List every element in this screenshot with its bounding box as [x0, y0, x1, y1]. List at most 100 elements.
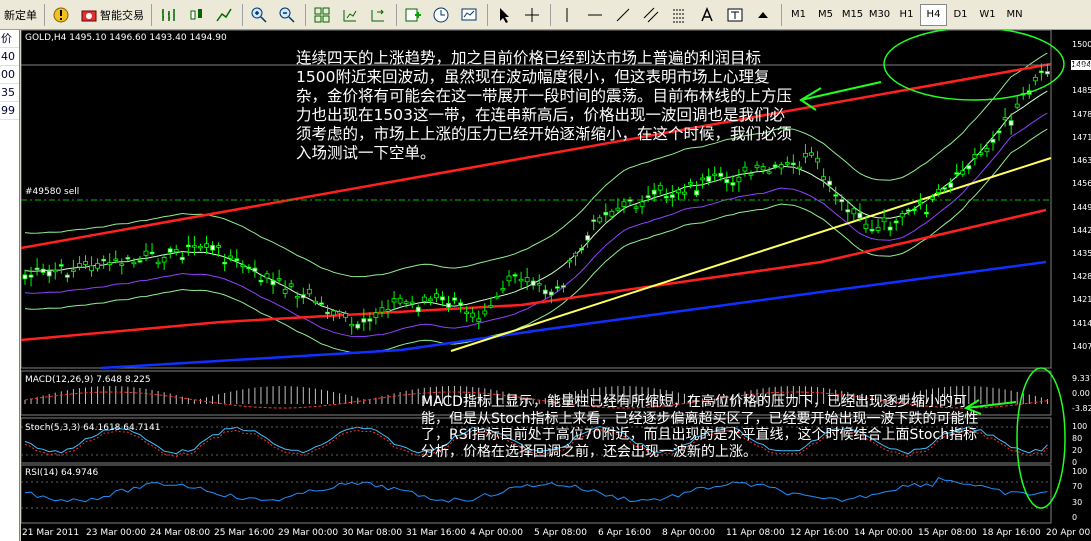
market-watch-row[interactable]: 99: [0, 102, 19, 120]
candle-body: [325, 311, 330, 315]
timeframe-m5[interactable]: M5: [812, 4, 839, 26]
toolbar-separator: [396, 3, 397, 26]
candle-body: [476, 318, 482, 322]
candle-body: [361, 318, 367, 323]
candle-body: [797, 166, 802, 170]
candle-body: [561, 285, 566, 288]
candle-body: [688, 182, 693, 185]
macd-tick-label: -3.82: [1072, 404, 1091, 413]
time-tick-label: 30 Mar 08:00: [342, 528, 403, 538]
candle-body: [185, 244, 191, 248]
market-watch-panel: 价 40 00 35 99: [0, 30, 20, 541]
candle-body: [34, 267, 40, 271]
expert-warning-button[interactable]: [49, 3, 75, 27]
sell-order-label: #49580 sell: [25, 187, 80, 197]
candle-body: [83, 261, 88, 265]
line-chart-icon: [216, 8, 232, 21]
candle-body: [754, 164, 760, 169]
rsi-pane-border: [21, 464, 1052, 524]
candle-body: [64, 274, 70, 278]
timeframe-mn[interactable]: MN: [1001, 4, 1028, 26]
candle-body: [240, 264, 246, 268]
periods-button[interactable]: [429, 3, 455, 27]
price-tick-label: 1494: [1072, 63, 1091, 73]
time-tick-label: 31 Mar 16:00: [406, 528, 467, 538]
price-tick-label: 1500: [1072, 40, 1091, 49]
candle-body: [591, 219, 597, 222]
candle-body: [609, 210, 615, 217]
timeframe-m15[interactable]: M15: [839, 4, 866, 26]
zoom-in-button[interactable]: [247, 3, 273, 27]
market-watch-row[interactable]: 35: [0, 84, 19, 102]
candle-body: [996, 130, 1002, 134]
candle-body: [930, 196, 935, 200]
candle-body: [530, 280, 536, 286]
toolbar-separator: [242, 3, 243, 26]
horizontal-line-button[interactable]: [583, 3, 609, 27]
indicators-button[interactable]: [401, 3, 427, 27]
candle-body: [748, 173, 754, 176]
arrows-button[interactable]: [751, 3, 777, 27]
text-label-button[interactable]: [723, 3, 749, 27]
candle-body: [470, 312, 476, 318]
templates-button[interactable]: [457, 3, 483, 27]
zoom-out-button[interactable]: [275, 3, 301, 27]
expert-advisors-icon: [81, 10, 97, 21]
market-watch-row[interactable]: 价: [0, 30, 19, 48]
candle-body: [137, 260, 143, 263]
candle-body: [276, 278, 282, 281]
candle-body: [827, 180, 833, 186]
macd-label: MACD(12,26,9) 7.648 8.225: [25, 375, 151, 385]
cursor-icon: [500, 7, 509, 23]
candle-body: [712, 173, 718, 177]
channel-button[interactable]: [639, 3, 665, 27]
candle-body: [766, 171, 772, 174]
market-watch-row[interactable]: 40: [0, 48, 19, 66]
price-tick-label: 1428: [1072, 272, 1091, 282]
timeframe-w1[interactable]: W1: [974, 4, 1001, 26]
crosshair-button[interactable]: [520, 3, 546, 27]
timeframe-m30[interactable]: M30: [866, 4, 893, 26]
new-order-button[interactable]: 新定单: [1, 3, 40, 27]
timeframe-d1[interactable]: D1: [947, 4, 974, 26]
timeframe-m1[interactable]: M1: [785, 4, 812, 26]
autoscroll-button[interactable]: [338, 3, 364, 27]
text-icon: [701, 6, 713, 21]
price-tick-label: 1407: [1072, 341, 1091, 351]
vertical-line-button[interactable]: [555, 3, 581, 27]
candle-body: [936, 188, 941, 193]
timeframe-h4[interactable]: H4: [920, 3, 947, 26]
candle-body: [615, 207, 621, 211]
candle-body: [464, 311, 470, 314]
templates-icon: [461, 8, 477, 20]
candle-body: [548, 291, 554, 296]
autoscroll-icon: [343, 9, 357, 21]
candle-body: [954, 172, 960, 175]
line-chart-button[interactable]: [212, 3, 238, 27]
tile-windows-button[interactable]: [310, 3, 336, 27]
bar-chart-button[interactable]: [156, 3, 182, 27]
candle-body: [89, 265, 94, 272]
expert-advisors-button[interactable]: 智能交易: [77, 3, 147, 27]
candle-body: [319, 302, 324, 305]
fibonacci-button[interactable]: [667, 3, 693, 27]
candle-body: [833, 194, 839, 197]
chart-shift-button[interactable]: [366, 3, 392, 27]
candle-body: [446, 303, 451, 308]
candle-body: [506, 275, 512, 282]
candle-body: [984, 148, 990, 153]
candle-body: [452, 297, 457, 301]
candle-body: [1002, 117, 1008, 121]
market-watch-row[interactable]: 00: [0, 66, 19, 84]
timeframe-h1[interactable]: H1: [893, 4, 920, 26]
time-tick-label: 5 Apr 08:00: [534, 528, 587, 538]
trendline-button[interactable]: [611, 3, 637, 27]
text-button[interactable]: [695, 3, 721, 27]
toolbar-separator: [151, 3, 152, 26]
chart-window[interactable]: GOLD,H4 1495.10 1496.60 1493.40 1494.90 …: [21, 30, 1091, 541]
time-tick-label: 24 Mar 08:00: [150, 528, 211, 538]
toolbar-separator: [550, 3, 551, 26]
candlestick-button[interactable]: [184, 3, 210, 27]
cursor-button[interactable]: [492, 3, 518, 27]
candle-body: [113, 258, 119, 261]
